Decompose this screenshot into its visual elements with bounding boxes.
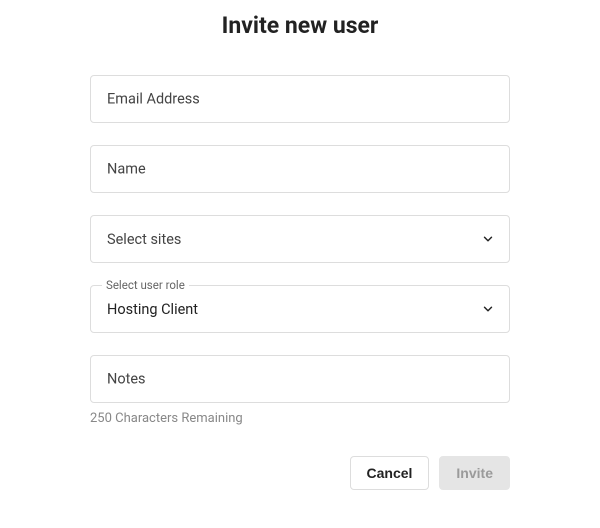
email-input[interactable] <box>91 76 509 122</box>
chevron-down-icon <box>481 302 495 316</box>
sites-placeholder: Select sites <box>107 231 181 248</box>
notes-helper-text: 250 Characters Remaining <box>90 411 510 426</box>
invite-button[interactable]: Invite <box>439 456 510 490</box>
invite-user-form: Invite new user Email Address Name Selec… <box>0 0 600 490</box>
email-field-wrapper: Email Address <box>90 75 510 123</box>
role-value: Hosting Client <box>107 301 198 318</box>
notes-input[interactable] <box>91 356 509 402</box>
role-label: Select user role <box>102 278 189 292</box>
role-select[interactable]: Hosting Client <box>90 285 510 333</box>
sites-select[interactable]: Select sites <box>90 215 510 263</box>
chevron-down-icon <box>481 232 495 246</box>
role-field-wrapper: Select user role Hosting Client <box>90 285 510 333</box>
notes-field-wrapper: Notes <box>90 355 510 403</box>
page-title: Invite new user <box>90 12 510 39</box>
name-field-wrapper: Name <box>90 145 510 193</box>
action-row: Cancel Invite <box>90 456 510 490</box>
cancel-button[interactable]: Cancel <box>350 456 430 490</box>
name-input[interactable] <box>91 146 509 192</box>
